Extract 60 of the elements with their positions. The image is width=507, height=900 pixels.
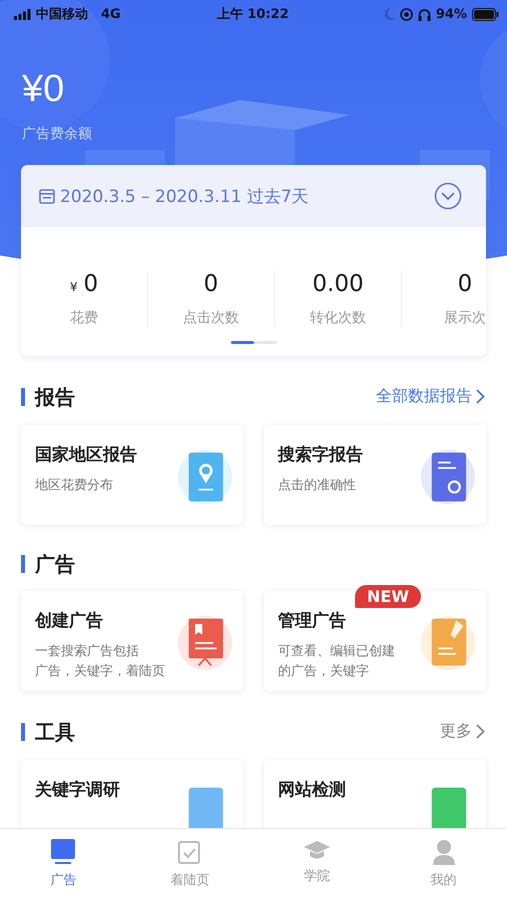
signal-icon	[14, 8, 31, 20]
network-type: 4G	[101, 6, 121, 22]
tab-item[interactable]: 广告	[0, 829, 127, 900]
stat-label: 转化次数	[310, 309, 366, 327]
chevron-down-icon	[434, 182, 462, 210]
currency-symbol: ¥	[70, 280, 78, 294]
stat-label: 点击次数	[183, 309, 239, 327]
stat-value: 0	[84, 271, 98, 297]
feature-card[interactable]: 创建广告 一套搜索广告包括 广告，关键字，着陆页	[21, 591, 243, 691]
card-title: 搜索字报告	[278, 444, 364, 466]
card-description: 可查看、编辑已创建 的广告，关键字	[278, 643, 396, 681]
battery-icon	[472, 8, 499, 20]
document-search-icon	[420, 449, 476, 505]
battery-percent: 94%	[436, 6, 467, 22]
ad-screen-icon	[51, 839, 76, 865]
balance-label: 广告费余额	[22, 125, 93, 143]
feature-card[interactable]: 关键字调研	[21, 760, 243, 828]
clock-time: 上午 10:22	[216, 6, 289, 23]
card-title: 网站检测	[278, 779, 347, 801]
chevron-right-icon	[476, 389, 485, 404]
stat-value: 0.00	[312, 271, 364, 297]
tab-item[interactable]: 我的	[380, 829, 507, 900]
presentation-board-icon	[177, 615, 233, 671]
card-title: 关键字调研	[35, 779, 121, 801]
section-title: 报告	[21, 388, 75, 406]
card-description: 地区花费分布	[35, 477, 114, 495]
balance-amount: ¥0	[22, 68, 66, 111]
date-range-bar[interactable]: 2020.3.5 – 2020.3.11 过去7天	[21, 165, 486, 227]
user-icon	[432, 839, 455, 865]
card-title: 创建广告	[35, 610, 104, 632]
checklist-page-icon	[178, 839, 202, 865]
card-description: 点击的准确性	[278, 477, 357, 495]
section-title: 工具	[21, 722, 75, 740]
graduation-cap-icon	[304, 839, 330, 861]
section-title: 广告	[21, 555, 75, 573]
stat-label: 展示次	[444, 309, 486, 327]
map-pin-icon	[177, 449, 233, 505]
feature-card[interactable]: 网站检测	[264, 760, 486, 828]
headphones-icon	[418, 8, 431, 20]
card-description: 一套搜索广告包括 广告，关键字，着陆页	[35, 643, 166, 681]
card-title: 国家地区报告	[35, 444, 138, 466]
stat-value: 0	[204, 271, 218, 297]
calendar-icon	[39, 188, 55, 204]
section-link[interactable]: 全部数据报告	[376, 386, 485, 407]
feature-card[interactable]: 国家地区报告 地区花费分布	[21, 425, 243, 525]
moon-icon	[384, 8, 395, 20]
date-range-text: 2020.3.5 – 2020.3.11 过去7天	[60, 186, 309, 208]
stat-value: 0	[458, 271, 472, 297]
tab-item[interactable]: 学院	[254, 829, 380, 900]
page-indicator	[230, 341, 276, 344]
card-title: 管理广告	[278, 610, 347, 632]
stat-label: 花费	[70, 309, 98, 327]
pencil-note-icon	[420, 615, 476, 671]
chevron-right-icon	[476, 724, 485, 739]
rotation-lock-icon	[400, 8, 413, 20]
feature-card[interactable]: 搜索字报告 点击的准确性	[264, 425, 486, 525]
carrier-name: 中国移动	[36, 6, 88, 23]
section-link[interactable]: 更多	[440, 721, 485, 742]
new-badge: NEW	[355, 585, 421, 608]
tab-item[interactable]: 着陆页	[126, 829, 254, 900]
